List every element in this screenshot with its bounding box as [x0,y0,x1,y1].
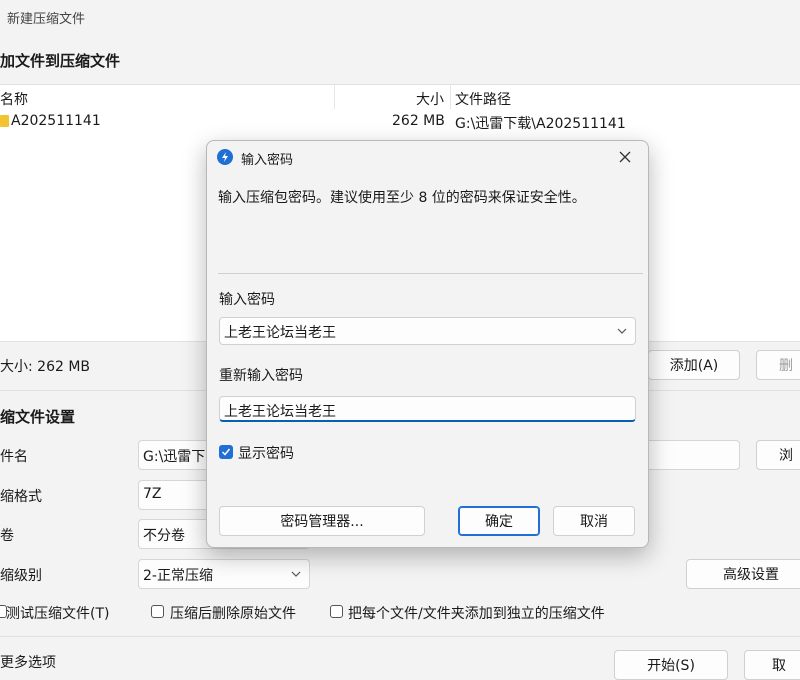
window-cancel-button[interactable]: 取 [744,650,800,680]
test-archive-label: 测试压缩文件(T) [6,606,110,622]
folder-icon [0,115,9,127]
delete-after-checkbox[interactable] [151,605,164,618]
delete-after-label: 压缩后删除原始文件 [170,606,296,622]
filename-label: 件名 [0,449,28,465]
delete-button[interactable]: 删 [756,350,800,380]
chevron-down-icon [291,571,301,577]
window-title: 新建压缩文件 [7,12,86,27]
format-label: 缩格式 [0,489,42,505]
password-dialog: 输入密码 输入压缩包密码。建议使用至少 8 位的密码来保证安全性。 输入密码 上… [206,140,649,548]
column-header-path[interactable]: 文件路径 [455,89,511,109]
add-files-section-title: 加文件到压缩文件 [0,52,121,70]
settings-section-title: 缩文件设置 [0,408,76,426]
file-path-cell: G:\迅雷下载\A202511141 [455,116,626,132]
window-titlebar: 新建压缩文件 [0,0,800,34]
dialog-title: 输入密码 [241,153,294,168]
start-button[interactable]: 开始(S) [614,650,728,680]
level-label: 缩级别 [0,568,42,584]
volume-label: 卷 [0,528,14,544]
password-label: 输入密码 [219,292,275,308]
chevron-down-icon[interactable] [617,328,627,334]
total-size-label: 大小: 262 MB [0,359,91,375]
level-value: 2-正常压缩 [143,568,213,584]
show-password-checkbox[interactable] [219,445,233,459]
password-input[interactable]: 上老王论坛当老王 [219,317,636,345]
file-size-cell: 262 MB [392,113,445,129]
show-password-label: 显示密码 [238,446,294,462]
reenter-password-label: 重新输入密码 [219,368,303,384]
dialog-cancel-button[interactable]: 取消 [553,506,635,536]
column-header-size[interactable]: 大小 [416,89,444,109]
password-value: 上老王论坛当老王 [224,325,336,341]
more-options-link[interactable]: 更多选项 [0,652,56,672]
ok-button[interactable]: 确定 [458,506,540,536]
column-header-name[interactable]: 名称 [0,89,28,109]
password-manager-button[interactable]: 密码管理器... [219,506,425,536]
file-name-cell: A202511141 [11,113,101,129]
separate-archives-label: 把每个文件/文件夹添加到独立的压缩文件 [348,606,605,622]
add-button[interactable]: 添加(A) [648,350,740,380]
dialog-description: 输入压缩包密码。建议使用至少 8 位的密码来保证安全性。 [218,190,586,206]
level-select[interactable]: 2-正常压缩 [138,559,310,589]
browse-button[interactable]: 浏 [756,440,800,470]
app-icon [217,149,233,165]
reenter-password-input[interactable]: 上老王论坛当老王 [219,396,636,422]
advanced-settings-button[interactable]: 高级设置 [686,559,800,589]
close-icon[interactable] [612,145,638,169]
separate-archives-checkbox[interactable] [330,605,343,618]
